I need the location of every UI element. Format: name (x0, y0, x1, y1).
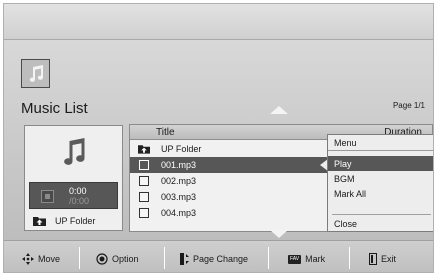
page-change-icon (180, 253, 189, 265)
hint-exit[interactable]: Exit (369, 252, 396, 266)
page-indicator: Page 1/1 (392, 101, 425, 110)
hint-divider (349, 247, 350, 269)
hint-mark-label: Mark (305, 254, 326, 264)
hint-divider (164, 247, 165, 269)
folder-up-icon (138, 144, 150, 156)
up-folder-label: UP Folder (55, 216, 96, 226)
ok-button-icon (96, 253, 108, 265)
row-label: UP Folder (161, 144, 202, 154)
tv-screen: Music List Page 1/1 0:00 /0:00 UP Folder… (3, 3, 434, 273)
scroll-up-arrow[interactable] (270, 106, 288, 114)
row-checkbox[interactable] (139, 208, 149, 218)
hint-option[interactable]: Option (96, 252, 139, 266)
exit-icon (369, 253, 377, 265)
option-menu: Menu Play BGM Mark All Close (327, 134, 433, 232)
menu-item-bgm[interactable]: BGM (328, 171, 433, 186)
playback-time: 0:00 /0:00 (29, 182, 118, 209)
row-label: 001.mp3 (161, 160, 197, 170)
hint-exit-label: Exit (381, 254, 397, 264)
folder-up-icon (33, 217, 46, 226)
hint-move-label: Move (38, 254, 61, 264)
bottom-help-bar: Move Option Page Change FAV Mark Exit (4, 240, 433, 272)
preview-art (25, 136, 122, 170)
music-note-icon (63, 138, 85, 165)
fav-key-icon: FAV (288, 254, 302, 264)
dpad-icon (22, 253, 34, 265)
column-title: Title (156, 127, 175, 138)
time-total: /0:00 (69, 196, 90, 206)
row-checkbox[interactable] (139, 160, 149, 170)
menu-divider (332, 214, 431, 215)
menu-item-play[interactable]: Play (328, 156, 433, 171)
scroll-down-arrow[interactable] (270, 230, 288, 238)
row-label: 002.mp3 (161, 176, 197, 186)
music-app-icon (21, 59, 50, 88)
hint-mark[interactable]: FAV Mark (288, 252, 325, 266)
row-checkbox[interactable] (139, 176, 149, 186)
up-folder-button[interactable]: UP Folder (25, 212, 122, 230)
hint-move[interactable]: Move (22, 252, 60, 266)
row-label: 003.mp3 (161, 192, 197, 202)
hint-divider (79, 247, 80, 269)
menu-item-mark-all[interactable]: Mark All (328, 186, 433, 201)
top-bar (4, 4, 433, 40)
page-title: Music List (21, 100, 88, 117)
row-checkbox[interactable] (139, 192, 149, 202)
hint-divider (268, 247, 269, 269)
hint-page-change-label: Page Change (193, 254, 249, 264)
hint-page-change[interactable]: Page Change (180, 252, 248, 266)
row-label: 004.mp3 (161, 208, 197, 218)
hint-option-label: Option (112, 254, 139, 264)
menu-item-close[interactable]: Close (328, 216, 433, 231)
music-note-icon (29, 64, 43, 82)
preview-panel: 0:00 /0:00 UP Folder (24, 125, 123, 231)
time-current: 0:00 (69, 186, 87, 196)
stop-icon (41, 190, 54, 203)
menu-title: Menu (328, 135, 433, 151)
